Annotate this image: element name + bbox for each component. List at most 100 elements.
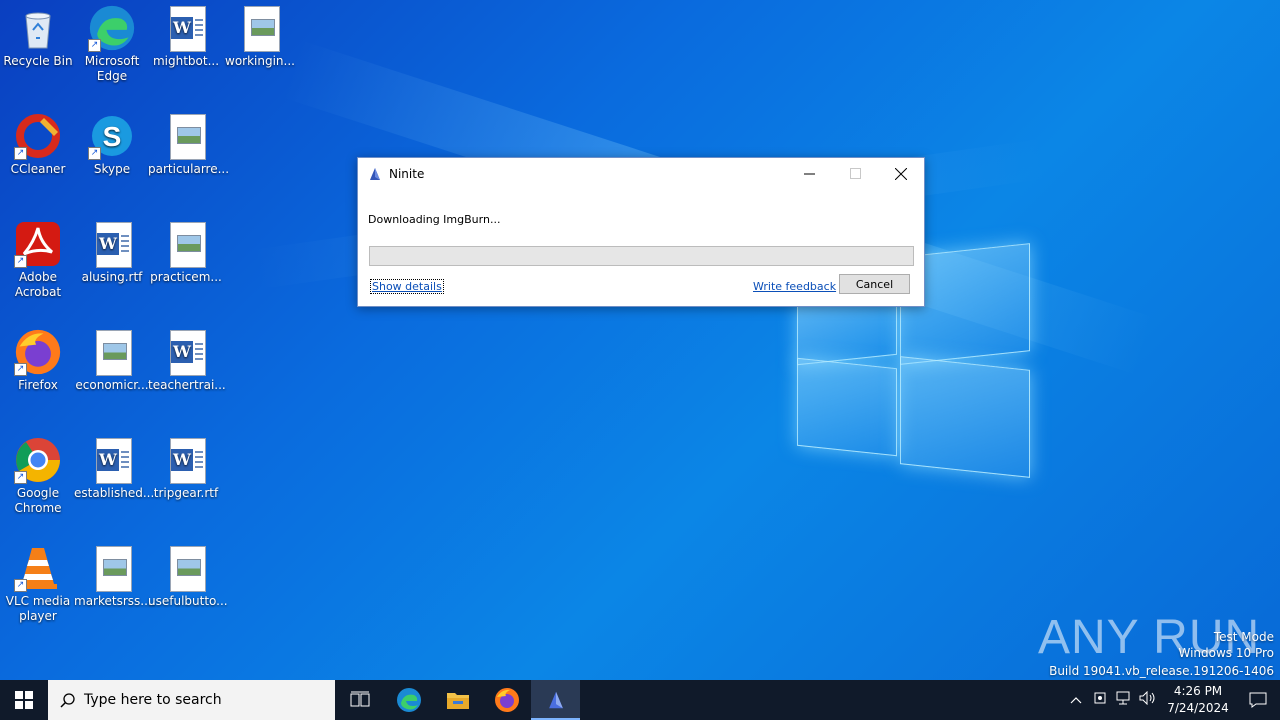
- windows-start-icon: [15, 691, 33, 709]
- desktop-icon-label: Skype: [93, 162, 131, 176]
- taskbar-ninite-button[interactable]: [531, 680, 580, 720]
- ninite-icon: [370, 167, 380, 180]
- desktop-icon[interactable]: Recycle Bin: [0, 4, 76, 69]
- desktop-icon[interactable]: marketsrss....: [74, 544, 156, 609]
- dialog-title: Ninite: [389, 166, 425, 181]
- desktop-icon[interactable]: particularre...: [148, 112, 230, 177]
- desktop-icon-label: CCleaner: [10, 162, 66, 176]
- search-placeholder: Type here to search: [84, 692, 222, 708]
- desktop-icon-label: VLC media player: [5, 594, 71, 623]
- vlc-icon: ↗: [14, 544, 62, 592]
- search-icon: [60, 693, 75, 708]
- volume-button[interactable]: [1136, 690, 1160, 709]
- download-progress-bar: [369, 246, 914, 266]
- minimize-button[interactable]: [786, 158, 832, 189]
- dialog-titlebar[interactable]: Ninite: [358, 158, 924, 189]
- desktop-icon[interactable]: economicr...: [74, 328, 150, 393]
- desktop-icon-label: Google Chrome: [14, 486, 62, 515]
- desktop-icon-label: alusing.rtf: [81, 270, 143, 284]
- taskbar-clock[interactable]: 4:26 PM 7/24/2024: [1160, 683, 1236, 717]
- desktop-icon-label: workingin...: [225, 54, 295, 68]
- maximize-icon: [849, 168, 861, 179]
- desktop-icon[interactable]: Walusing.rtf: [74, 220, 150, 285]
- close-icon: [895, 167, 907, 180]
- file-explorer-icon: [446, 693, 469, 709]
- desktop-icon[interactable]: workingin...: [222, 4, 298, 69]
- edge-icon: ↗: [88, 4, 136, 52]
- shortcut-arrow-icon: ↗: [14, 147, 27, 160]
- word-document-icon: W: [88, 436, 136, 484]
- desktop-icon[interactable]: ↗ Firefox: [0, 328, 76, 393]
- desktop-icon-label: Microsoft Edge: [84, 54, 140, 83]
- shortcut-arrow-icon: ↗: [14, 363, 27, 376]
- desktop-icon[interactable]: ↗ Google Chrome: [0, 436, 76, 516]
- image-document-icon: [162, 544, 210, 592]
- desktop-icon[interactable]: Wteachertrai...: [148, 328, 226, 393]
- show-hidden-icons-button[interactable]: [1064, 693, 1088, 708]
- image-document-icon: [236, 4, 284, 52]
- desktop-icon[interactable]: ↗ Adobe Acrobat: [0, 220, 76, 300]
- desktop-icon-label: practicem...: [150, 270, 222, 284]
- svg-text:S: S: [103, 121, 122, 152]
- firefox-icon: [494, 688, 519, 712]
- desktop-icon[interactable]: Westablished...: [74, 436, 155, 501]
- network-button[interactable]: [1112, 691, 1136, 709]
- desktop-icon[interactable]: S ↗ Skype: [74, 112, 150, 177]
- skype-icon: S ↗: [88, 112, 136, 160]
- task-view-button[interactable]: [335, 680, 384, 720]
- desktop-icon-label: teachertrai...: [148, 378, 226, 392]
- desktop-icon-label: established...: [74, 486, 155, 500]
- chevron-up-icon: [1070, 696, 1082, 703]
- desktop-icon-label: usefulbutto...: [148, 594, 228, 608]
- acrobat-icon: ↗: [14, 220, 62, 268]
- notification-icon: [1249, 692, 1267, 708]
- word-document-icon: W: [162, 328, 210, 376]
- desktop-icon[interactable]: ↗ Microsoft Edge: [74, 4, 150, 84]
- desktop-icon[interactable]: practicem...: [148, 220, 224, 285]
- minimize-icon: [803, 173, 815, 175]
- system-tray: 4:26 PM 7/24/2024: [1064, 680, 1280, 720]
- close-button[interactable]: [878, 158, 924, 189]
- word-document-icon: W: [88, 220, 136, 268]
- clock-date: 7/24/2024: [1167, 701, 1229, 715]
- cancel-button[interactable]: Cancel: [839, 274, 910, 294]
- device-icon: [1094, 692, 1106, 704]
- shortcut-arrow-icon: ↗: [14, 579, 27, 592]
- taskbar-file-explorer-button[interactable]: [433, 680, 482, 720]
- desktop-icon-label: particularre...: [148, 162, 230, 176]
- desktop-icon[interactable]: ↗ VLC media player: [0, 544, 76, 624]
- tray-app-icon[interactable]: [1088, 691, 1112, 709]
- image-document-icon: [88, 328, 136, 376]
- desktop-icon-label: mightbot...: [152, 54, 220, 68]
- desktop-icon[interactable]: Wmightbot...: [148, 4, 224, 69]
- edge-icon: [396, 688, 421, 712]
- taskbar-search-box[interactable]: Type here to search: [48, 680, 335, 720]
- desktop-icon-label: Recycle Bin: [3, 54, 73, 68]
- shortcut-arrow-icon: ↗: [14, 471, 27, 484]
- firefox-icon: ↗: [14, 328, 62, 376]
- desktop-icon[interactable]: usefulbutto...: [148, 544, 228, 609]
- word-document-icon: W: [162, 4, 210, 52]
- ninite-dialog: Ninite Downloading ImgBurn... Show detai…: [357, 157, 925, 307]
- show-details-link[interactable]: Show details: [370, 279, 444, 294]
- desktop-icon-label: economicr...: [75, 378, 149, 392]
- action-center-button[interactable]: [1236, 680, 1280, 720]
- start-button[interactable]: [0, 680, 48, 720]
- desktop-icon[interactable]: Wtripgear.rtf: [148, 436, 224, 501]
- task-view-icon: [350, 691, 369, 707]
- desktop-icon-label: marketsrss....: [74, 594, 156, 608]
- shortcut-arrow-icon: ↗: [88, 39, 101, 52]
- network-icon: [1116, 691, 1130, 705]
- image-document-icon: [88, 544, 136, 592]
- recycle-bin-icon: [14, 4, 62, 52]
- write-feedback-link[interactable]: Write feedback: [753, 280, 836, 293]
- taskbar-firefox-button[interactable]: [482, 680, 531, 720]
- clock-time: 4:26 PM: [1173, 684, 1223, 698]
- desktop-icon-label: Firefox: [18, 378, 58, 392]
- windows-edition-text: Windows 10 Pro: [1178, 646, 1274, 660]
- maximize-button[interactable]: [832, 158, 878, 189]
- shortcut-arrow-icon: ↗: [14, 255, 27, 268]
- shortcut-arrow-icon: ↗: [88, 147, 101, 160]
- taskbar-edge-button[interactable]: [384, 680, 433, 720]
- desktop-icon[interactable]: ↗ CCleaner: [0, 112, 76, 177]
